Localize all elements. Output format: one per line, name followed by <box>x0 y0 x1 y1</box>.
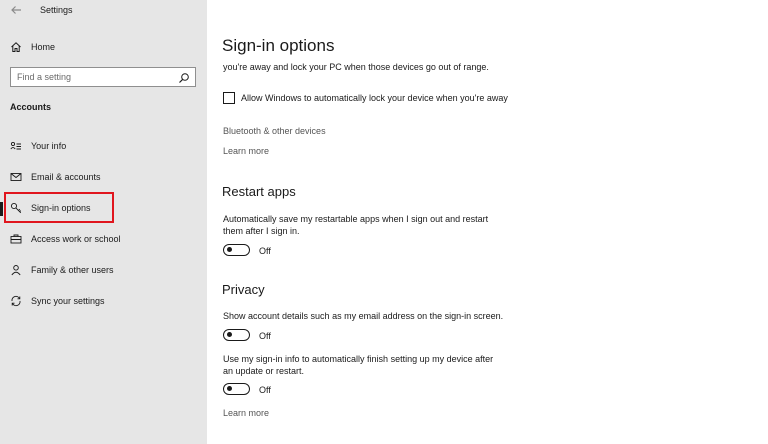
sidebar-item-sync-settings[interactable]: Sync your settings <box>0 290 207 312</box>
sidebar-item-label: Email & accounts <box>31 172 101 182</box>
sidebar-item-label: Your info <box>31 141 67 151</box>
signin-info-toggle-state: Off <box>259 385 271 395</box>
dynamic-lock-description: you're away and lock your PC when those … <box>223 62 489 72</box>
bluetooth-devices-link[interactable]: Bluetooth & other devices <box>223 126 326 136</box>
privacy-heading: Privacy <box>222 282 265 297</box>
search-icon[interactable] <box>178 71 190 83</box>
sidebar-item-label: Sync your settings <box>31 296 105 306</box>
sidebar-item-family-other-users[interactable]: Family & other users <box>0 259 207 281</box>
search-input[interactable] <box>17 70 167 84</box>
person-card-icon <box>9 139 23 153</box>
account-details-toggle-state: Off <box>259 331 271 341</box>
dynamic-lock-checkbox[interactable] <box>223 92 235 104</box>
sync-icon <box>9 294 23 308</box>
toggle-knob <box>227 247 232 252</box>
sidebar: Settings Home Accounts <box>0 0 207 444</box>
signin-info-toggle[interactable] <box>223 383 250 395</box>
section-heading: Accounts <box>10 102 52 112</box>
back-arrow-icon[interactable] <box>8 4 24 20</box>
restart-apps-toggle-state: Off <box>259 246 271 256</box>
dynamic-lock-checkbox-label[interactable]: Allow Windows to automatically lock your… <box>241 93 508 103</box>
toggle-knob <box>227 386 232 391</box>
account-details-toggle[interactable] <box>223 329 250 341</box>
sidebar-item-label: Access work or school <box>31 234 121 244</box>
restart-apps-description-line1: Automatically save my restartable apps w… <box>223 214 489 224</box>
briefcase-icon <box>9 232 23 246</box>
learn-more-link[interactable]: Learn more <box>223 146 269 156</box>
sidebar-item-email-accounts[interactable]: Email & accounts <box>0 166 207 188</box>
mail-icon <box>9 170 23 184</box>
home-icon <box>9 40 23 54</box>
restart-apps-description-line2: them after I sign in. <box>223 226 300 236</box>
account-details-description: Show account details such as my email ad… <box>223 311 504 321</box>
person-icon <box>9 263 23 277</box>
sidebar-item-label: Family & other users <box>31 265 114 275</box>
restart-apps-heading: Restart apps <box>222 184 296 199</box>
sidebar-item-home[interactable]: Home <box>0 37 207 57</box>
sidebar-item-your-info[interactable]: Your info <box>0 135 207 157</box>
main-content: Sign-in options you're away and lock you… <box>207 0 768 444</box>
sidebar-item-access-work-school[interactable]: Access work or school <box>0 228 207 250</box>
restart-apps-toggle[interactable] <box>223 244 250 256</box>
signin-info-description-line2: an update or restart. <box>223 366 305 376</box>
app-title: Settings <box>40 5 73 15</box>
toggle-knob <box>227 332 232 337</box>
title-bar: Settings <box>0 0 207 24</box>
search-field[interactable] <box>10 67 196 87</box>
highlight-box <box>4 192 114 223</box>
sidebar-item-label: Home <box>31 42 56 52</box>
settings-window: Settings Home Accounts <box>0 0 768 444</box>
privacy-learn-more-link[interactable]: Learn more <box>223 408 269 418</box>
page-title: Sign-in options <box>222 36 335 55</box>
signin-info-description-line1: Use my sign-in info to automatically fin… <box>223 354 494 364</box>
